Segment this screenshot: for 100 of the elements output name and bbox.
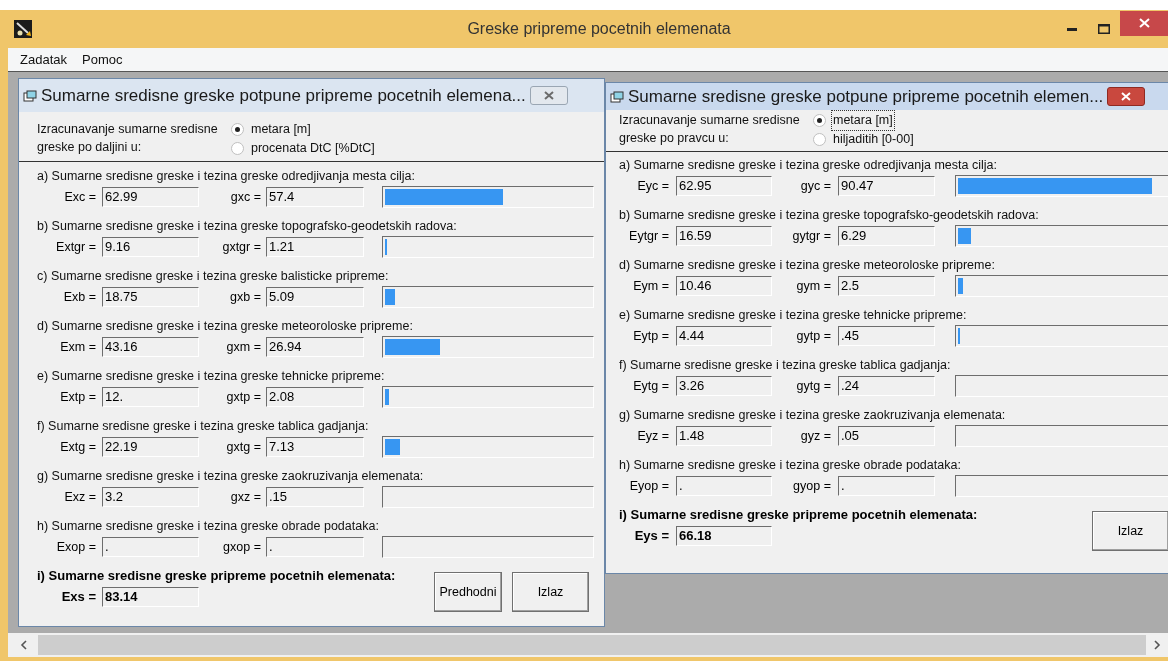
value-field[interactable]: .45 [838,326,935,346]
dialog-title: Sumarne sredisne greske potpune pripreme pocetnih elemena... [41,84,526,107]
value-label: Exm = [59,338,96,356]
value-field[interactable]: 22.19 [102,437,199,457]
value-field[interactable]: 3.2 [102,487,199,507]
total-heading: i) Sumarne sredisne greske pripreme pocetnih elemenata: [36,568,396,584]
value-label: gyz = [799,427,831,445]
value-field[interactable]: 1.48 [676,426,772,446]
section-heading: d) Sumarne sredisne greske i tezina greske meteoroloske pripreme: [618,257,996,273]
value-field[interactable]: 62.99 [102,187,199,207]
value-field[interactable]: 4.44 [676,326,772,346]
section-heading: f) Sumarne sredisne greske i tezina greske tablica gadjanja: [36,418,370,434]
value-label: Exz = [63,488,96,506]
close-icon [1138,18,1150,28]
value-label: Eytgr = [628,227,669,245]
value-label: Extgr = [55,238,96,256]
section-heading: d) Sumarne sredisne greske i tezina greske meteoroloske pripreme: [36,318,414,334]
window-title: Greske pripreme pocetnih elemenata [466,19,732,39]
radio-option[interactable]: metara [m] [813,111,915,130]
value-label: gyc = [799,177,831,195]
section-heading: a) Sumarne sredisne greske i tezina greske odredjivanja mesta cilja: [618,157,998,173]
value-field[interactable]: 16.59 [676,226,772,246]
value-field[interactable]: 83.14 [102,587,199,607]
close-icon [1121,92,1132,101]
value-field[interactable]: 9.16 [102,237,199,257]
section-heading: g) Sumarne sredisne greske i tezina greske zaokruzivanja elemenata: [618,407,1007,423]
section-heading: b) Sumarne sredisne greske i tezina greske topografsko-geodetskih radova: [36,218,458,234]
value-label: Eyz = [636,427,669,445]
value-field[interactable]: 57.4 [266,187,364,207]
close-button[interactable] [529,86,568,105]
value-field[interactable]: .24 [838,376,935,396]
menu-item[interactable]: Pomoc [82,49,123,70]
value-field[interactable]: 12. [102,387,199,407]
close-button[interactable] [1120,10,1168,36]
value-label: Eym = [632,277,669,295]
value-field[interactable]: 2.08 [266,387,364,407]
value-field[interactable]: 3.26 [676,376,772,396]
value-label: Eytg = [632,377,669,395]
section-heading: e) Sumarne sredisne greske i tezina greske tehnicke pripreme: [36,368,386,384]
value-field[interactable]: 5.09 [266,287,364,307]
value-field[interactable]: 6.29 [838,226,935,246]
value-label: Exb = [62,288,96,306]
unit-label: Izracunavanje sumarne sredisne greske po daljini u: [37,121,219,156]
value-label: gytgr = [791,227,831,245]
value-field[interactable]: 90.47 [838,176,935,196]
radio-option[interactable]: procenata DtC [%DtC] [231,139,376,158]
value-label: gxc = [229,188,261,206]
section-heading: b) Sumarne sredisne greske i tezina greske topografsko-geodetskih radova: [618,207,1040,223]
value-label: Exop = [55,538,96,556]
radio-option[interactable]: metara [m] [231,120,376,139]
app-icon [14,20,32,38]
value-label: Exc = [63,188,96,206]
value-field[interactable]: 18.75 [102,287,199,307]
value-label: gxtp = [225,388,261,406]
close-button[interactable] [1107,87,1146,106]
value-label: gyop = [792,477,831,495]
value-label: gxop = [222,538,261,556]
value-label: gxtgr = [221,238,261,256]
value-label: gxz = [229,488,261,506]
value-label: Eytp = [632,327,669,345]
value-field[interactable]: . [266,537,364,557]
menu-item[interactable]: Zadatak [20,49,67,70]
section-heading: f) Sumarne sredisne greske i tezina greske tablica gadjanja: [618,357,952,373]
value-field[interactable]: 1.21 [266,237,364,257]
value-label: gxb = [229,288,261,306]
value-label: gytg = [795,377,831,395]
value-field[interactable]: 66.18 [676,526,772,546]
value-field[interactable]: . [838,476,935,496]
dialog-title: Sumarne sredisne greske potpune pripreme pocetnih elemen... [628,85,1104,108]
value-field[interactable]: .05 [838,426,935,446]
value-field[interactable]: 43.16 [102,337,199,357]
section-heading: e) Sumarne sredisne greske i tezina greske tehnicke pripreme: [618,307,968,323]
value-label: Eyc = [636,177,669,195]
value-field[interactable]: 26.94 [266,337,364,357]
value-field[interactable]: . [676,476,772,496]
scrollbar-thumb[interactable] [38,635,1146,655]
window-icon [23,89,37,102]
total-heading: i) Sumarne sredisne greske pripreme pocetnih elemenata: [618,507,978,523]
dialog-button[interactable]: Izlaz [512,572,589,612]
dialog-button[interactable]: Predhodni [434,572,502,612]
window-icon [610,90,624,103]
radio-option[interactable]: hiljaditih [0-00] [813,130,915,149]
section-heading: a) Sumarne sredisne greske i tezina greske odredjivanja mesta cilja: [36,168,416,184]
section-heading: h) Sumarne sredisne greske i tezina greske obrade podataka: [618,457,962,473]
unit-label: Izracunavanje sumarne sredisne greske po pravcu u: [619,112,801,147]
value-label: gytp = [795,327,831,345]
minimize-icon [1067,27,1077,31]
value-label: gym = [795,277,831,295]
value-label: gxm = [225,338,261,356]
value-field[interactable]: 62.95 [676,176,772,196]
dialog-button[interactable]: Izlaz [1092,511,1168,551]
value-field[interactable]: .15 [266,487,364,507]
value-label: gxtg = [225,438,261,456]
value-field[interactable]: . [102,537,199,557]
maximize-icon [1098,24,1110,34]
total-label: Eys = [633,527,669,546]
value-field[interactable]: 2.5 [838,276,935,296]
value-label: Eyop = [628,477,669,495]
value-field[interactable]: 10.46 [676,276,772,296]
value-field[interactable]: 7.13 [266,437,364,457]
